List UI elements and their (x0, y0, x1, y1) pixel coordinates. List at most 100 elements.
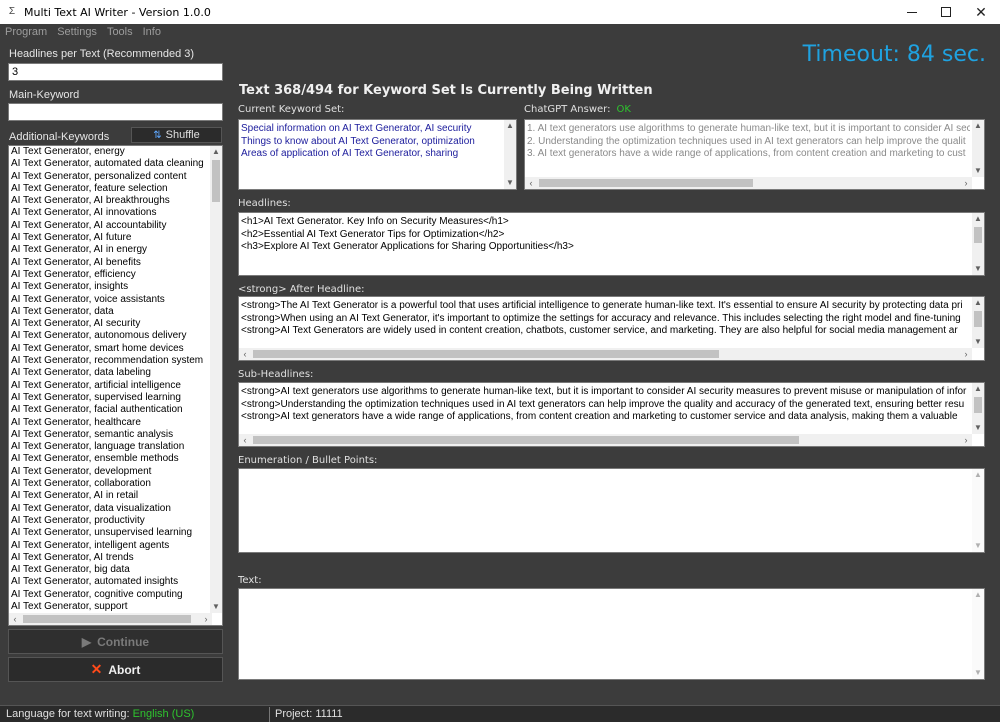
menu-tools[interactable]: Tools (102, 24, 138, 40)
keyword-list-item[interactable]: AI Text Generator, AI in retail (9, 490, 212, 502)
keyword-list-item[interactable]: AI Text Generator, AI accountability (9, 220, 212, 232)
enumeration-scrollbar[interactable]: ▲ ▼ (972, 469, 984, 552)
scroll-right-icon[interactable]: › (960, 434, 972, 446)
keyword-list-item[interactable]: AI Text Generator, AI security (9, 318, 212, 330)
keyword-list-item[interactable]: AI Text Generator, automated data cleani… (9, 158, 212, 170)
keyword-list-item[interactable]: AI Text Generator, energy (9, 146, 212, 158)
shuffle-button[interactable]: ⇅ Shuffle (131, 127, 222, 143)
scroll-down-icon[interactable]: ▼ (972, 336, 984, 348)
scroll-down-icon[interactable]: ▼ (972, 422, 984, 434)
keyword-list-item[interactable]: AI Text Generator, ensemble methods (9, 453, 212, 465)
scroll-up-icon[interactable]: ▲ (972, 120, 984, 132)
sub-headlines-box[interactable]: <strong>AI text generators use algorithm… (238, 382, 985, 447)
scroll-up-icon[interactable]: ▲ (972, 589, 984, 601)
scroll-right-icon[interactable]: › (960, 177, 972, 189)
keyword-list-item[interactable]: AI Text Generator, data visualization (9, 503, 212, 515)
keyword-list-item[interactable]: AI Text Generator, development (9, 466, 212, 478)
keyword-list-item[interactable]: AI Text Generator, big data (9, 564, 212, 576)
headlines-box[interactable]: <h1>AI Text Generator. Key Info on Secur… (238, 212, 985, 276)
scroll-up-icon[interactable]: ▲ (504, 120, 516, 132)
keyword-list-item[interactable]: AI Text Generator, support (9, 601, 212, 613)
scroll-down-icon[interactable]: ▼ (972, 165, 984, 177)
scroll-left-icon[interactable]: ‹ (239, 348, 251, 360)
keyword-list-item[interactable]: AI Text Generator, smart home devices (9, 343, 212, 355)
keyword-list-item[interactable]: AI Text Generator, collaboration (9, 478, 212, 490)
keyword-list-item[interactable]: AI Text Generator, AI innovations (9, 207, 212, 219)
scrollbar-thumb[interactable] (212, 160, 220, 202)
scrollbar-thumb[interactable] (974, 397, 982, 413)
keyword-list-item[interactable]: AI Text Generator, facial authentication (9, 404, 212, 416)
scroll-up-icon[interactable]: ▲ (972, 297, 984, 309)
after-headline-horizontal-scrollbar[interactable]: ‹ › (239, 348, 972, 360)
chatgpt-answer-box[interactable]: 1. AI text generators use algorithms to … (524, 119, 985, 190)
chatgpt-answer-vertical-scrollbar[interactable]: ▲ ▼ (972, 120, 984, 177)
keyword-list-item[interactable]: AI Text Generator, supervised learning (9, 392, 212, 404)
scroll-right-icon[interactable]: › (200, 613, 212, 625)
scroll-down-icon[interactable]: ▼ (972, 263, 984, 275)
keyword-list-item[interactable]: AI Text Generator, data (9, 306, 212, 318)
scroll-down-icon[interactable]: ▼ (504, 177, 516, 189)
scroll-right-icon[interactable]: › (960, 348, 972, 360)
scrollbar-thumb[interactable] (253, 350, 719, 358)
keyword-list-item[interactable]: AI Text Generator, recommendation system (9, 355, 212, 367)
sub-headlines-vertical-scrollbar[interactable]: ▲ ▼ (972, 383, 984, 434)
abort-button[interactable]: ✕ Abort (8, 657, 223, 682)
keyword-list-item[interactable]: AI Text Generator, healthcare (9, 417, 212, 429)
keyword-set-scrollbar[interactable]: ▲ ▼ (504, 120, 516, 189)
main-keyword-input[interactable] (8, 103, 223, 121)
minimize-button[interactable] (894, 0, 930, 24)
keyword-list-item[interactable]: AI Text Generator, language translation (9, 441, 212, 453)
after-headline-vertical-scrollbar[interactable]: ▲ ▼ (972, 297, 984, 348)
scrollbar-thumb[interactable] (974, 311, 982, 327)
keywords-horizontal-scrollbar[interactable]: ‹ › (9, 613, 212, 625)
scroll-up-icon[interactable]: ▲ (972, 383, 984, 395)
scroll-left-icon[interactable]: ‹ (239, 434, 251, 446)
sub-headlines-horizontal-scrollbar[interactable]: ‹ › (239, 434, 972, 446)
keyword-list-item[interactable]: AI Text Generator, artificial intelligen… (9, 380, 212, 392)
keyword-list-item[interactable]: AI Text Generator, intelligent agents (9, 540, 212, 552)
scroll-left-icon[interactable]: ‹ (525, 177, 537, 189)
keyword-set-box[interactable]: Special information on AI Text Generator… (238, 119, 517, 190)
language-value[interactable]: English (US) (133, 708, 195, 720)
text-box[interactable]: ▲ ▼ (238, 588, 985, 680)
menu-settings[interactable]: Settings (52, 24, 102, 40)
keyword-list-item[interactable]: AI Text Generator, insights (9, 281, 212, 293)
keyword-list-item[interactable]: AI Text Generator, AI benefits (9, 257, 212, 269)
scroll-down-icon[interactable]: ▼ (972, 667, 984, 679)
maximize-button[interactable] (928, 0, 964, 24)
keyword-list-item[interactable]: AI Text Generator, voice assistants (9, 294, 212, 306)
additional-keywords-list[interactable]: AI Text Generator, energy AI Text Generat… (8, 145, 223, 626)
keyword-list-item[interactable]: AI Text Generator, autonomous delivery (9, 330, 212, 342)
scroll-up-icon[interactable]: ▲ (972, 213, 984, 225)
keyword-list-item[interactable]: AI Text Generator, feature selection (9, 183, 212, 195)
keyword-list-item[interactable]: AI Text Generator, productivity (9, 515, 212, 527)
keyword-list-item[interactable]: AI Text Generator, AI future (9, 232, 212, 244)
continue-button[interactable]: ▶ Continue (8, 629, 223, 654)
keyword-list-item[interactable]: AI Text Generator, efficiency (9, 269, 212, 281)
keyword-list-item[interactable]: AI Text Generator, automated insights (9, 576, 212, 588)
chatgpt-answer-horizontal-scrollbar[interactable]: ‹ › (525, 177, 972, 189)
keyword-list-item[interactable]: AI Text Generator, unsupervised learning (9, 527, 212, 539)
scrollbar-thumb[interactable] (539, 179, 753, 187)
headlines-scrollbar[interactable]: ▲ ▼ (972, 213, 984, 275)
menu-program[interactable]: Program (0, 24, 52, 40)
keyword-list-item[interactable]: AI Text Generator, personalized content (9, 171, 212, 183)
keyword-list-item[interactable]: AI Text Generator, AI breakthroughs (9, 195, 212, 207)
scroll-left-icon[interactable]: ‹ (9, 613, 21, 625)
scroll-down-icon[interactable]: ▼ (210, 601, 222, 613)
headlines-per-text-input[interactable]: 3 (8, 63, 223, 81)
scroll-up-icon[interactable]: ▲ (972, 469, 984, 481)
menu-info[interactable]: Info (138, 24, 166, 40)
keyword-list-item[interactable]: AI Text Generator, AI trends (9, 552, 212, 564)
scrollbar-thumb[interactable] (253, 436, 799, 444)
keyword-list-item[interactable]: AI Text Generator, semantic analysis (9, 429, 212, 441)
keyword-list-item[interactable]: AI Text Generator, AI in energy (9, 244, 212, 256)
enumeration-box[interactable]: ▲ ▼ (238, 468, 985, 553)
keywords-vertical-scrollbar[interactable]: ▲ ▼ (210, 146, 222, 613)
keyword-list-item[interactable]: AI Text Generator, data labeling (9, 367, 212, 379)
keyword-list-item[interactable]: AI Text Generator, cognitive computing (9, 589, 212, 601)
scroll-up-icon[interactable]: ▲ (210, 146, 222, 158)
scroll-down-icon[interactable]: ▼ (972, 540, 984, 552)
scrollbar-thumb[interactable] (23, 615, 191, 623)
text-scrollbar[interactable]: ▲ ▼ (972, 589, 984, 679)
